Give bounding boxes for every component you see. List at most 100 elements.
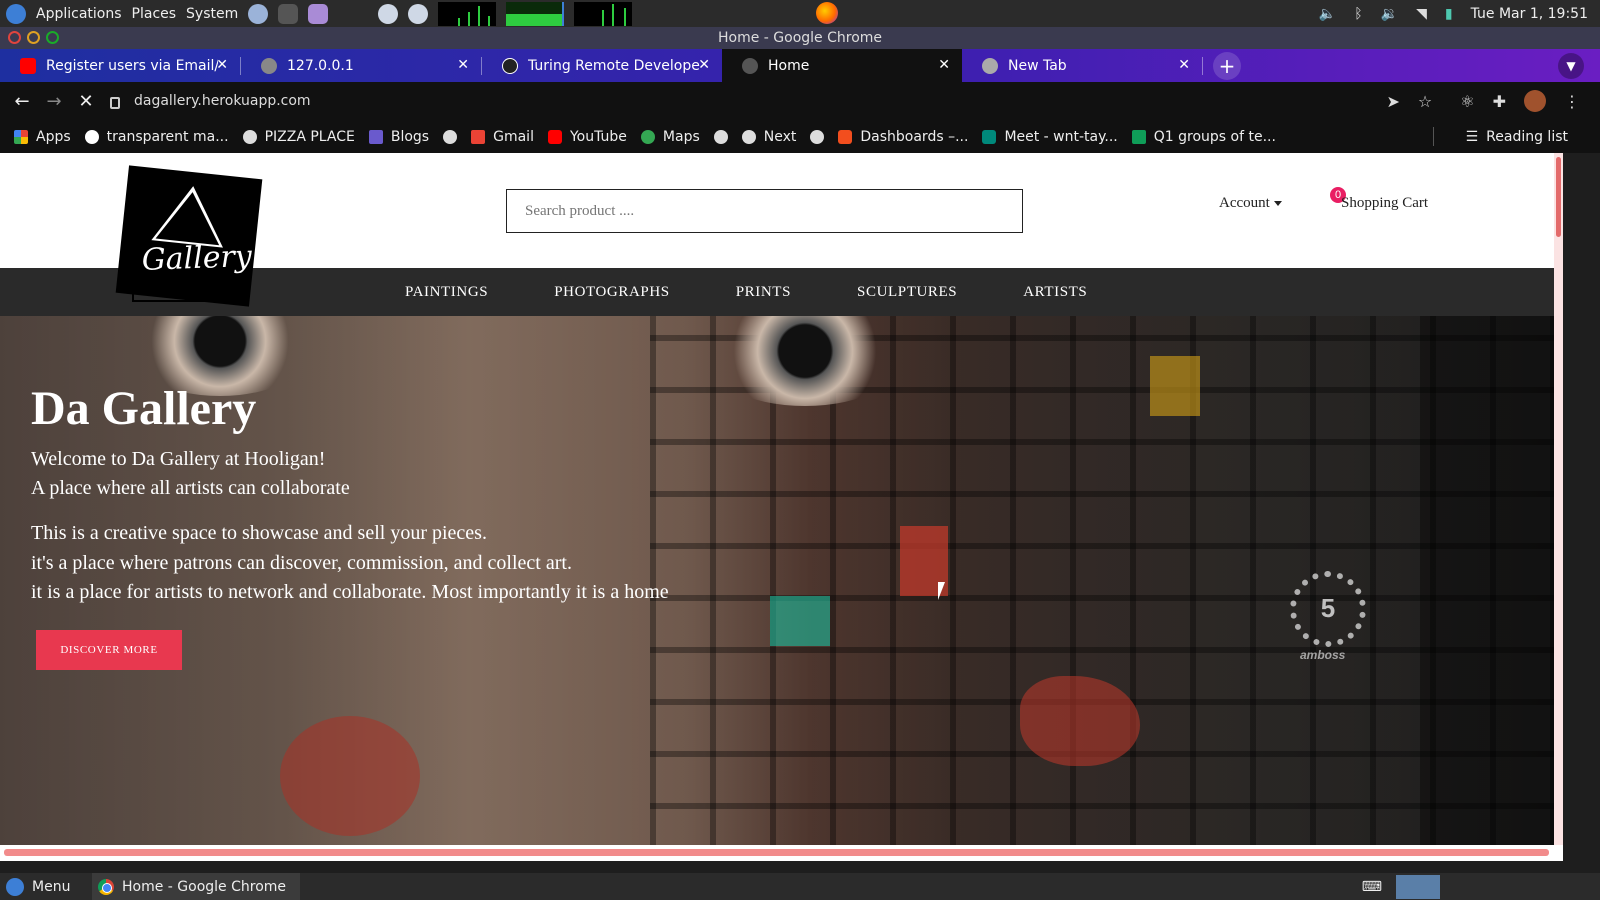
mural-emblem: 5 xyxy=(1290,571,1366,647)
menu-places[interactable]: Places xyxy=(132,6,177,22)
tab-label: Turing Remote Developer xyxy=(528,57,700,74)
close-tab-icon[interactable]: ✕ xyxy=(698,57,710,73)
bookmark-blogs[interactable]: Blogs xyxy=(368,128,430,145)
nav-artists[interactable]: ARTISTS xyxy=(1023,284,1087,301)
bookmark-maps[interactable]: Maps xyxy=(640,129,700,145)
close-tab-icon[interactable]: ✕ xyxy=(938,57,950,73)
figma-icon xyxy=(838,129,853,144)
extensions-puzzle-icon[interactable]: ✚ xyxy=(1493,92,1506,111)
bookmark-q1-groups[interactable]: Q1 groups of te... xyxy=(1131,129,1276,145)
apps-grid-icon xyxy=(14,129,28,144)
menu-applications[interactable]: Applications xyxy=(36,6,122,22)
nav-prints[interactable]: PRINTS xyxy=(736,284,791,301)
globe-icon xyxy=(443,129,458,144)
hero-welcome: Welcome to Da Gallery at Hooligan! xyxy=(31,448,326,470)
start-menu-button[interactable]: Menu xyxy=(0,877,82,896)
text-editor-launcher-icon[interactable] xyxy=(308,3,329,24)
weather-applet-icon[interactable] xyxy=(248,3,269,24)
bookmark-youtube[interactable]: YouTube xyxy=(547,129,627,145)
bookmark-pizza-place[interactable]: PIZZA PLACE xyxy=(242,129,355,145)
discover-more-button[interactable]: DISCOVER MORE xyxy=(36,630,182,670)
search-product-input[interactable] xyxy=(506,189,1023,233)
minimize-window-icon[interactable] xyxy=(27,31,40,44)
nav-photographs[interactable]: PHOTOGRAPHS xyxy=(554,284,670,301)
tab-new-tab[interactable]: New Tab ✕ xyxy=(962,49,1202,82)
shopping-cart-link[interactable]: Shopping Cart xyxy=(1341,195,1428,212)
menu-system[interactable]: System xyxy=(186,6,238,22)
chrome-menu-icon[interactable]: ⋮ xyxy=(1564,92,1580,111)
tab-localhost[interactable]: 127.0.0.1 ✕ xyxy=(241,49,481,82)
workspace-switcher[interactable] xyxy=(1396,874,1440,899)
tab-home[interactable]: Home ✕ xyxy=(722,49,962,82)
cloud-applet-icon[interactable] xyxy=(378,3,399,24)
forward-arrow-icon[interactable]: → xyxy=(38,91,70,112)
bookmark-label: transparent ma... xyxy=(106,128,229,145)
keyboard-layout-icon[interactable]: ⌨ xyxy=(1362,879,1382,895)
firefox-launcher-icon[interactable] xyxy=(816,2,838,24)
stop-loading-icon[interactable]: ✕ xyxy=(70,91,102,112)
bookmark-next[interactable]: Next xyxy=(741,129,796,145)
hero-description-3: it is a place for artists to network and… xyxy=(31,581,669,603)
lock-icon[interactable] xyxy=(110,97,120,109)
vertical-scrollbar[interactable] xyxy=(1554,153,1563,861)
tab-register-users[interactable]: Register users via Email/ S ✕ xyxy=(0,49,240,82)
back-arrow-icon[interactable]: ← xyxy=(6,91,38,112)
horizontal-scroll-thumb[interactable] xyxy=(4,849,1549,856)
bookmark-transparent[interactable]: transparent ma... xyxy=(84,128,229,145)
clock[interactable]: Tue Mar 1, 19:51 xyxy=(1471,6,1588,22)
new-tab-button[interactable]: + xyxy=(1213,51,1241,80)
taskbar-chrome-window[interactable]: Home - Google Chrome xyxy=(92,873,301,900)
site-logo[interactable]: Gallery xyxy=(115,165,263,307)
bookmark-globe-3[interactable] xyxy=(810,129,825,144)
nav-paintings[interactable]: PAINTINGS xyxy=(405,284,488,301)
send-tab-icon[interactable]: ➤ xyxy=(1387,92,1400,111)
battery-icon[interactable]: ▮ xyxy=(1445,6,1453,22)
globe-favicon-icon xyxy=(261,57,277,74)
react-devtools-extension-icon[interactable]: ⚛ xyxy=(1460,92,1474,111)
bookmark-globe-2[interactable] xyxy=(713,129,728,144)
volume-icon[interactable]: 🔈 xyxy=(1319,6,1336,22)
account-dropdown[interactable]: Account xyxy=(1219,195,1282,212)
mural-teal-block xyxy=(770,596,830,646)
tab-search-chevron-icon[interactable]: ▼ xyxy=(1558,53,1584,79)
os-taskbar: Menu Home - Google Chrome ⌨ xyxy=(0,873,1600,900)
blogs-icon xyxy=(368,129,383,144)
close-window-icon[interactable] xyxy=(8,31,21,44)
bookmark-meet[interactable]: Meet - wnt-tay... xyxy=(982,128,1118,145)
wifi-icon[interactable]: ◥ xyxy=(1416,6,1427,22)
bookmark-star-icon[interactable]: ☆ xyxy=(1418,92,1432,111)
globe-icon xyxy=(713,129,728,144)
bookmark-label: Dashboards –... xyxy=(860,128,969,145)
maximize-window-icon[interactable] xyxy=(46,31,59,44)
url-text[interactable]: dagallery.herokuapp.com xyxy=(134,93,311,109)
speaker-icon[interactable]: 🔉 xyxy=(1381,6,1398,22)
close-tab-icon[interactable]: ✕ xyxy=(1178,57,1190,73)
distro-logo-icon[interactable] xyxy=(6,3,26,24)
bookmark-apps[interactable]: Apps xyxy=(14,129,71,145)
close-tab-icon[interactable]: ✕ xyxy=(216,57,228,73)
youtube-favicon-icon xyxy=(20,57,36,74)
menu-label: Menu xyxy=(32,878,71,895)
cloud-applet-icon-2[interactable] xyxy=(408,3,429,24)
nav-sculptures[interactable]: SCULPTURES xyxy=(857,284,957,301)
terminal-launcher-icon[interactable] xyxy=(278,3,299,24)
bookmark-globe-1[interactable] xyxy=(443,129,458,144)
tab-turing[interactable]: Turing Remote Developer ✕ xyxy=(482,49,722,82)
network-graph xyxy=(574,1,633,26)
reading-list-button[interactable]: ☰ Reading list xyxy=(1466,120,1568,153)
horizontal-scrollbar[interactable] xyxy=(0,845,1563,861)
bookmark-gmail[interactable]: Gmail xyxy=(471,129,534,145)
close-tab-icon[interactable]: ✕ xyxy=(457,57,469,73)
page-viewport: Gallery Account 0 Shopping Cart PAINTING… xyxy=(0,153,1563,861)
bookmarks-bar: Apps transparent ma... PIZZA PLACE Blogs… xyxy=(0,120,1600,153)
bookmark-label: Meet - wnt-tay... xyxy=(1004,128,1118,145)
meet-icon xyxy=(982,129,997,144)
profile-avatar[interactable] xyxy=(1524,90,1546,112)
browser-toolbar: ← → ✕ dagallery.herokuapp.com ➤ ☆ ⚛ ✚ ⋮ xyxy=(0,82,1600,120)
bookmark-dashboards[interactable]: Dashboards –... xyxy=(838,129,968,145)
vertical-scroll-thumb[interactable] xyxy=(1556,157,1561,237)
bookmark-label: Blogs xyxy=(390,128,430,145)
tab-label: New Tab xyxy=(1008,57,1067,74)
bluetooth-icon[interactable]: ᛒ xyxy=(1354,6,1362,22)
address-bar[interactable]: dagallery.herokuapp.com xyxy=(110,86,1440,116)
